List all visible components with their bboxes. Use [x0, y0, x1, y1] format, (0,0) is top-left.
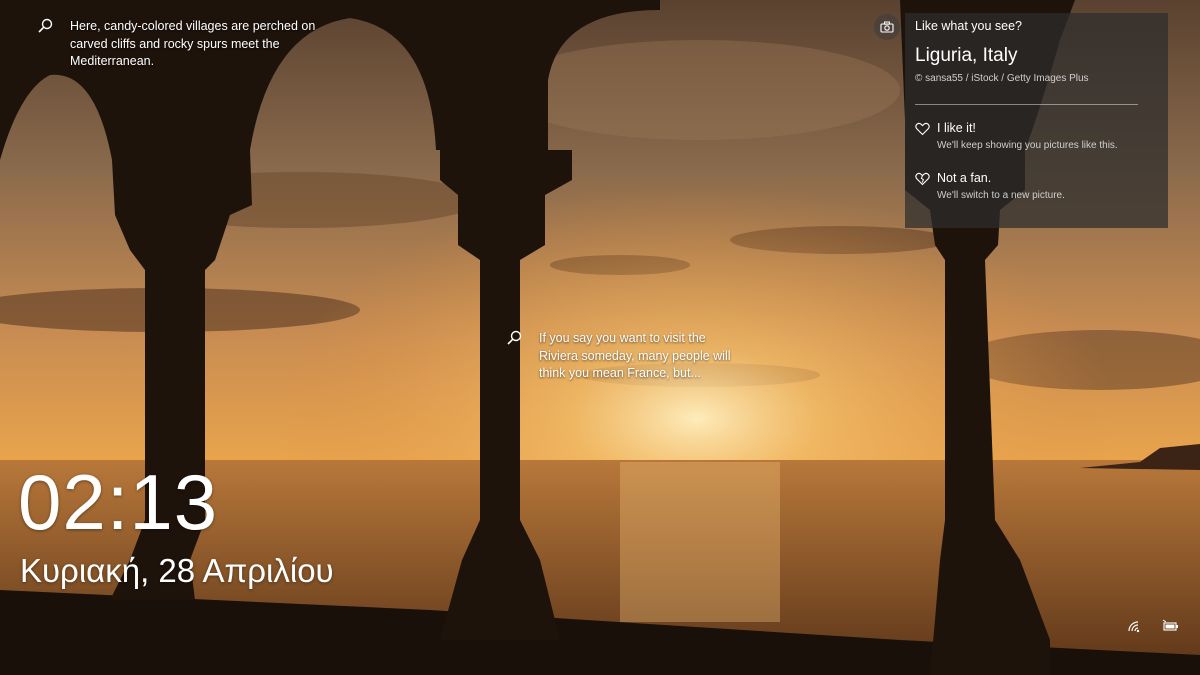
divider: [915, 104, 1138, 105]
wifi-icon[interactable]: [1126, 619, 1144, 633]
lock-clock: 02:13: [18, 458, 219, 546]
hotspot-text: If you say you want to visit the Riviera…: [539, 331, 731, 380]
image-credit: © sansa55 / iStock / Getty Images Plus: [915, 73, 1089, 84]
lock-date: Κυριακή, 28 Απριλίου: [20, 552, 334, 589]
lock-screen[interactable]: Here, candy-colored villages are perched…: [0, 0, 1200, 675]
spotlight-hotspot[interactable]: If you say you want to visit the Riviera…: [503, 330, 743, 383]
hotspot-text: Here, candy-colored villages are perched…: [70, 19, 316, 68]
like-title: I like it!: [937, 121, 976, 135]
spotlight-question: Like what you see?: [915, 19, 1023, 33]
camera-icon[interactable]: [874, 14, 900, 40]
image-location[interactable]: Liguria, Italy: [915, 45, 1158, 67]
spotlight-hotspot[interactable]: Here, candy-colored villages are perched…: [34, 18, 324, 71]
dislike-button[interactable]: Not a fan. We'll switch to a new picture…: [915, 171, 1158, 201]
search-icon: [34, 16, 56, 38]
battery-icon[interactable]: [1162, 619, 1180, 633]
broken-heart-icon: [915, 172, 930, 186]
like-subtitle: We'll keep showing you pictures like thi…: [937, 140, 1118, 151]
dislike-subtitle: We'll switch to a new picture.: [937, 190, 1065, 201]
spotlight-panel: Like what you see? Liguria, Italy © sans…: [905, 13, 1168, 228]
heart-icon: [915, 122, 930, 136]
dislike-title: Not a fan.: [937, 171, 992, 185]
like-button[interactable]: I like it! We'll keep showing you pictur…: [915, 121, 1158, 151]
search-icon: [503, 328, 525, 350]
